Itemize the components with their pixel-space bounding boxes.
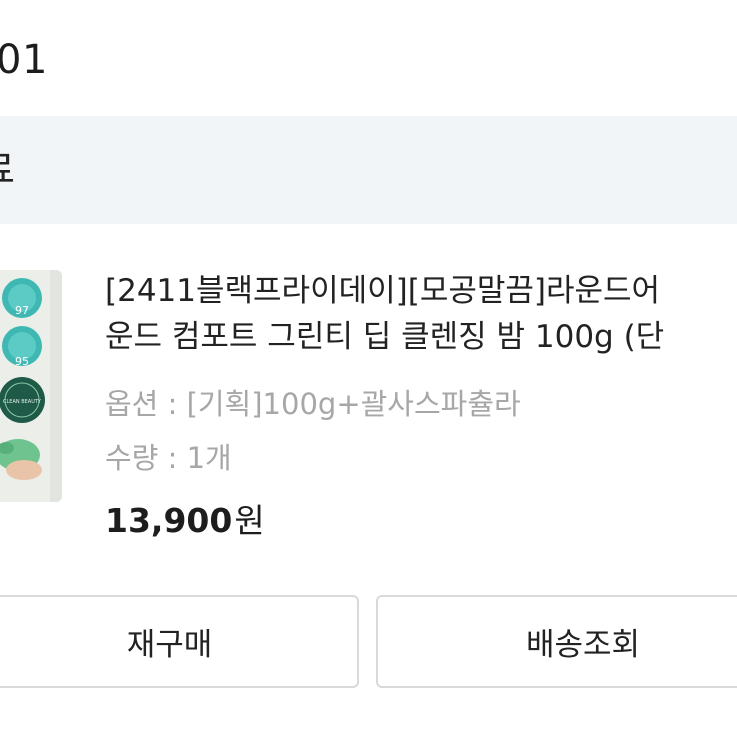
rebuy-button-label: 재구매 — [126, 627, 213, 663]
badge-95-text: 95 — [15, 355, 29, 368]
product-title-line1: [2411블랙프라이데이][모공말끔]라운드어 — [105, 273, 661, 309]
price-unit: 원 — [234, 501, 265, 540]
price-amount: 13,900 — [105, 501, 233, 540]
track-delivery-button-label: 배송조회 — [525, 627, 641, 663]
badge-97-text: 97 — [15, 304, 29, 317]
track-delivery-button[interactable]: 배송조회 — [376, 595, 737, 688]
order-status-label: 료 — [0, 144, 15, 196]
product-title[interactable]: [2411블랙프라이데이][모공말끔]라운드어 운드 컴포트 그린티 딥 클렌징… — [105, 268, 737, 360]
clean-beauty-seal-text: CLEAN BEAUTY — [3, 399, 42, 405]
order-detail-screen: 01 료 97 95 CLEAN BEAUTY [2411블랙프라이데이][모공… — [0, 0, 737, 737]
rebuy-button[interactable]: 재구매 — [0, 595, 359, 688]
product-option: 옵션 : [기획]100g+괄사스파츌라 — [105, 387, 521, 421]
order-number: 01 — [0, 37, 48, 83]
order-status-band: 료 — [0, 116, 737, 224]
product-price: 13,900원 — [105, 498, 265, 544]
product-thumbnail[interactable]: 97 95 CLEAN BEAUTY — [0, 270, 62, 502]
product-quantity: 수량 : 1개 — [105, 441, 232, 475]
product-title-line2: 운드 컴포트 그린티 딥 클렌징 밤 100g (단 — [105, 319, 665, 355]
